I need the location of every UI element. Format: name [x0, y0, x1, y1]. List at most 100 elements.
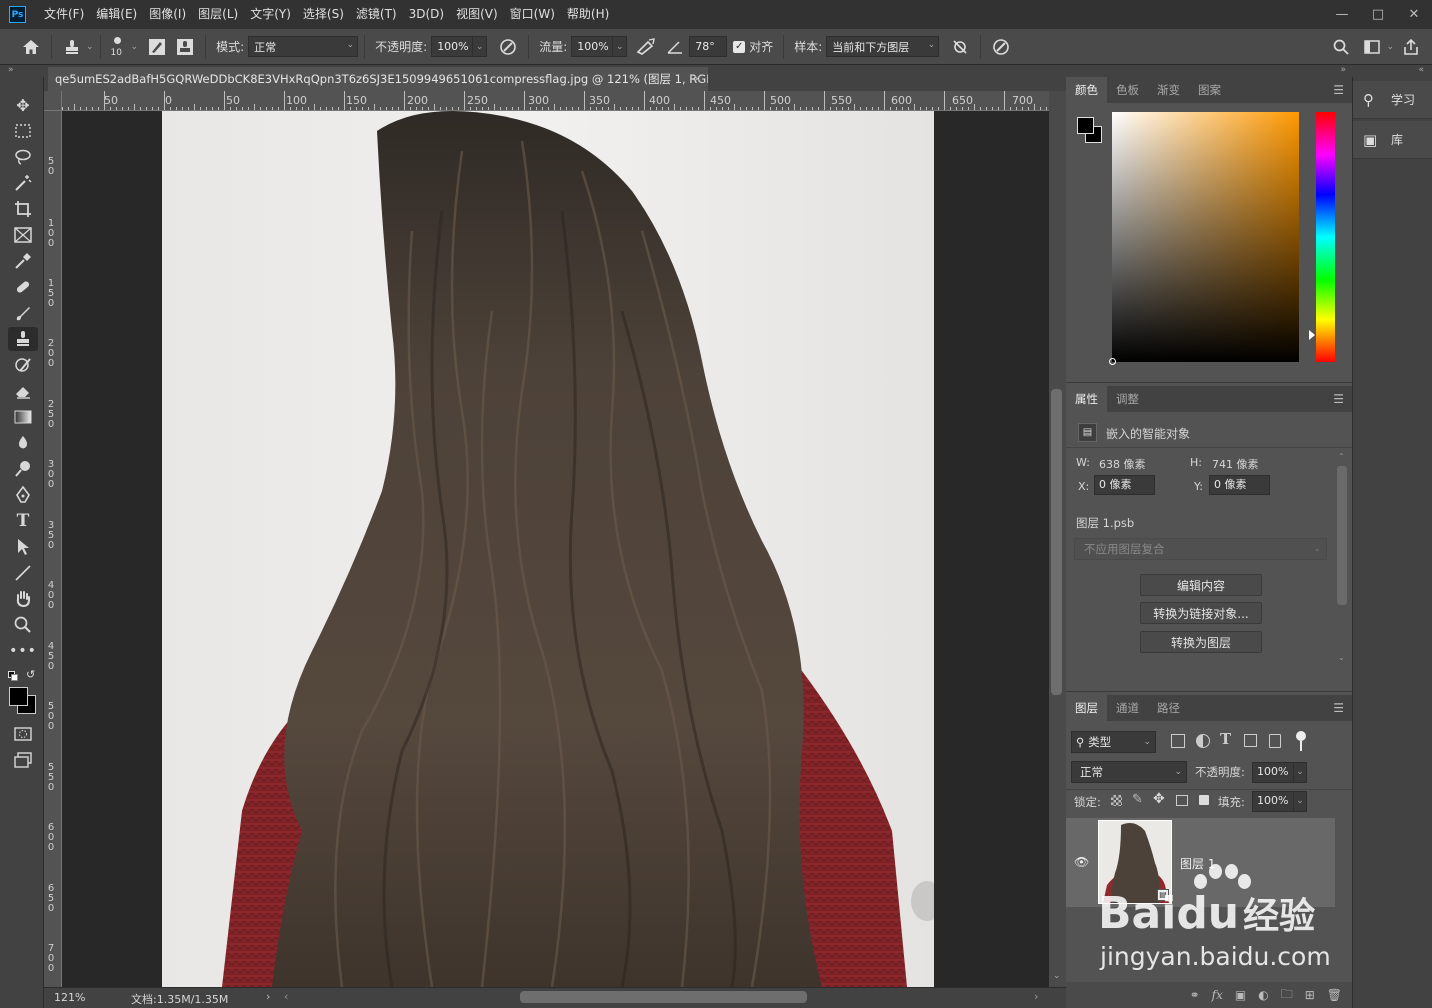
menu-window[interactable]: 窗口(W)	[504, 0, 561, 29]
add-mask-icon[interactable]: ▣	[1235, 988, 1246, 1002]
lock-all-icon[interactable]	[1199, 795, 1209, 805]
chevron-down-icon[interactable]: ⌄	[131, 42, 139, 52]
type-tool-icon[interactable]: T	[8, 509, 38, 533]
tab-paths[interactable]: 路径	[1148, 695, 1189, 721]
eyedropper-tool-icon[interactable]	[8, 249, 38, 273]
filter-type-icon[interactable]: T	[1220, 730, 1231, 748]
search-icon[interactable]	[1330, 36, 1352, 58]
align-checkbox[interactable]: ✓	[733, 40, 746, 53]
history-brush-tool-icon[interactable]	[8, 353, 38, 377]
clone-stamp-preset-icon[interactable]	[61, 36, 83, 58]
vertical-scrollbar-thumb[interactable]	[1051, 389, 1062, 695]
path-selection-tool-icon[interactable]	[8, 535, 38, 559]
menu-type[interactable]: 文字(Y)	[244, 0, 297, 29]
maximize-icon[interactable]: □	[1360, 0, 1396, 29]
chevron-up-icon[interactable]: ⌃	[1338, 452, 1345, 461]
panels-collapse-icon[interactable]: »	[1066, 65, 1352, 77]
x-input[interactable]: 0 像素	[1094, 475, 1155, 495]
menu-filter[interactable]: 滤镜(T)	[350, 0, 403, 29]
tab-adjustments[interactable]: 调整	[1107, 386, 1148, 412]
share-icon[interactable]	[1400, 36, 1422, 58]
edit-contents-button[interactable]: 编辑内容	[1140, 574, 1262, 596]
sample-select[interactable]: 当前和下方图层 ⌄	[826, 36, 940, 57]
filter-pixel-icon[interactable]	[1171, 734, 1185, 748]
angle-input[interactable]: 78°	[689, 36, 728, 57]
scroll-right-icon[interactable]: ›	[1034, 990, 1038, 1003]
tab-patterns[interactable]: 图案	[1189, 77, 1230, 103]
tab-gradients[interactable]: 渐变	[1148, 77, 1189, 103]
flow-input[interactable]: 100%	[571, 36, 614, 57]
eraser-tool-icon[interactable]	[8, 379, 38, 403]
mode-select[interactable]: 正常 ⌄	[248, 36, 359, 57]
strip-collapse-icon[interactable]: «	[1352, 65, 1432, 77]
status-menu-icon[interactable]: ›	[266, 990, 270, 1003]
delete-layer-icon[interactable]: 🗑	[1327, 988, 1342, 1002]
tab-color[interactable]: 颜色	[1066, 77, 1107, 103]
ignore-adjustment-layers-icon[interactable]	[949, 36, 971, 58]
lock-position-icon[interactable]: ✥	[1153, 791, 1165, 807]
crop-tool-icon[interactable]	[8, 197, 38, 221]
tab-properties[interactable]: 属性	[1066, 386, 1107, 412]
brush-size-picker[interactable]: 10	[107, 33, 131, 61]
menu-select[interactable]: 选择(S)	[297, 0, 350, 29]
move-tool-icon[interactable]: ✥	[8, 93, 38, 117]
menu-file[interactable]: 文件(F)	[38, 0, 90, 29]
filter-toggle-icon[interactable]	[1296, 731, 1306, 741]
new-group-icon[interactable]: 🗀	[1281, 985, 1293, 1006]
lock-pixels-icon[interactable]: ✎	[1132, 792, 1143, 807]
swap-colors-icon[interactable]: ↺	[26, 668, 35, 681]
airbrush-icon[interactable]	[635, 36, 657, 58]
pressure-opacity-icon[interactable]	[497, 36, 519, 58]
convert-to-linked-button[interactable]: 转换为链接对象...	[1140, 602, 1262, 624]
hue-slider-handle[interactable]	[1309, 330, 1315, 340]
frame-tool-icon[interactable]	[8, 223, 38, 247]
brush-settings-icon[interactable]	[146, 36, 168, 58]
properties-scrollbar[interactable]: ⌃ ⌄	[1336, 452, 1348, 664]
libraries-panel-button[interactable]: ▣ 库	[1353, 121, 1432, 159]
lasso-tool-icon[interactable]	[8, 145, 38, 169]
chevron-down-icon[interactable]: ⌄	[473, 36, 488, 57]
blur-tool-icon[interactable]	[8, 431, 38, 455]
vertical-scrollbar[interactable]: ⌄	[1049, 91, 1066, 987]
panel-menu-icon[interactable]: ☰	[1333, 701, 1344, 715]
fill-input[interactable]: 100%	[1252, 791, 1294, 812]
quick-mask-icon[interactable]	[8, 722, 38, 746]
color-panel-swatches[interactable]	[1076, 115, 1104, 145]
menu-view[interactable]: 视图(V)	[450, 0, 504, 29]
menu-3d[interactable]: 3D(D)	[403, 0, 450, 29]
more-tools-icon[interactable]: •••	[8, 639, 38, 663]
menu-image[interactable]: 图像(I)	[143, 0, 192, 29]
panel-menu-icon[interactable]: ☰	[1333, 83, 1344, 97]
document-image[interactable]	[162, 111, 934, 987]
layer-row[interactable]: 👁 ▤ 图层 1	[1066, 818, 1335, 907]
document-tab[interactable]: qe5umES2adBafH5GQRWeDDbCK8E3VHxRqQpn3T6z…	[48, 67, 708, 91]
clone-stamp-tool-icon[interactable]	[8, 327, 38, 351]
minimize-icon[interactable]: —	[1324, 0, 1360, 29]
healing-brush-tool-icon[interactable]	[8, 275, 38, 299]
convert-to-layers-button[interactable]: 转换为图层	[1140, 631, 1262, 653]
foreground-color-swatch[interactable]	[1077, 117, 1094, 134]
layer-opacity-input[interactable]: 100%	[1252, 762, 1294, 783]
filter-shape-icon[interactable]	[1244, 734, 1257, 747]
magic-wand-tool-icon[interactable]	[8, 171, 38, 195]
scroll-left-icon[interactable]: ‹	[284, 990, 288, 1003]
home-icon[interactable]	[20, 36, 42, 58]
line-tool-icon[interactable]	[8, 561, 38, 585]
layer-name[interactable]: 图层 1	[1180, 855, 1215, 872]
screen-mode-icon[interactable]	[8, 748, 38, 772]
lock-transparent-icon[interactable]	[1111, 795, 1122, 806]
tab-swatches[interactable]: 色板	[1107, 77, 1148, 103]
chevron-down-icon[interactable]: ⌄	[1386, 42, 1394, 52]
hue-slider[interactable]	[1316, 112, 1335, 362]
horizontal-scrollbar-thumb[interactable]	[520, 991, 807, 1003]
pen-tool-icon[interactable]	[8, 483, 38, 507]
blend-mode-select[interactable]: 正常 ⌄	[1071, 761, 1187, 783]
menu-help[interactable]: 帮助(H)	[561, 0, 615, 29]
canvas-area[interactable]	[62, 111, 1049, 987]
new-layer-icon[interactable]: ⊞	[1305, 988, 1315, 1002]
hand-tool-icon[interactable]	[8, 587, 38, 611]
chevron-down-icon[interactable]: ⌄	[86, 42, 94, 52]
chevron-down-icon[interactable]: ⌄	[613, 36, 628, 57]
layer-filter-select[interactable]: ⚲ 类型 ⌄	[1071, 731, 1156, 753]
chevron-down-icon[interactable]: ⌄	[1293, 791, 1307, 812]
